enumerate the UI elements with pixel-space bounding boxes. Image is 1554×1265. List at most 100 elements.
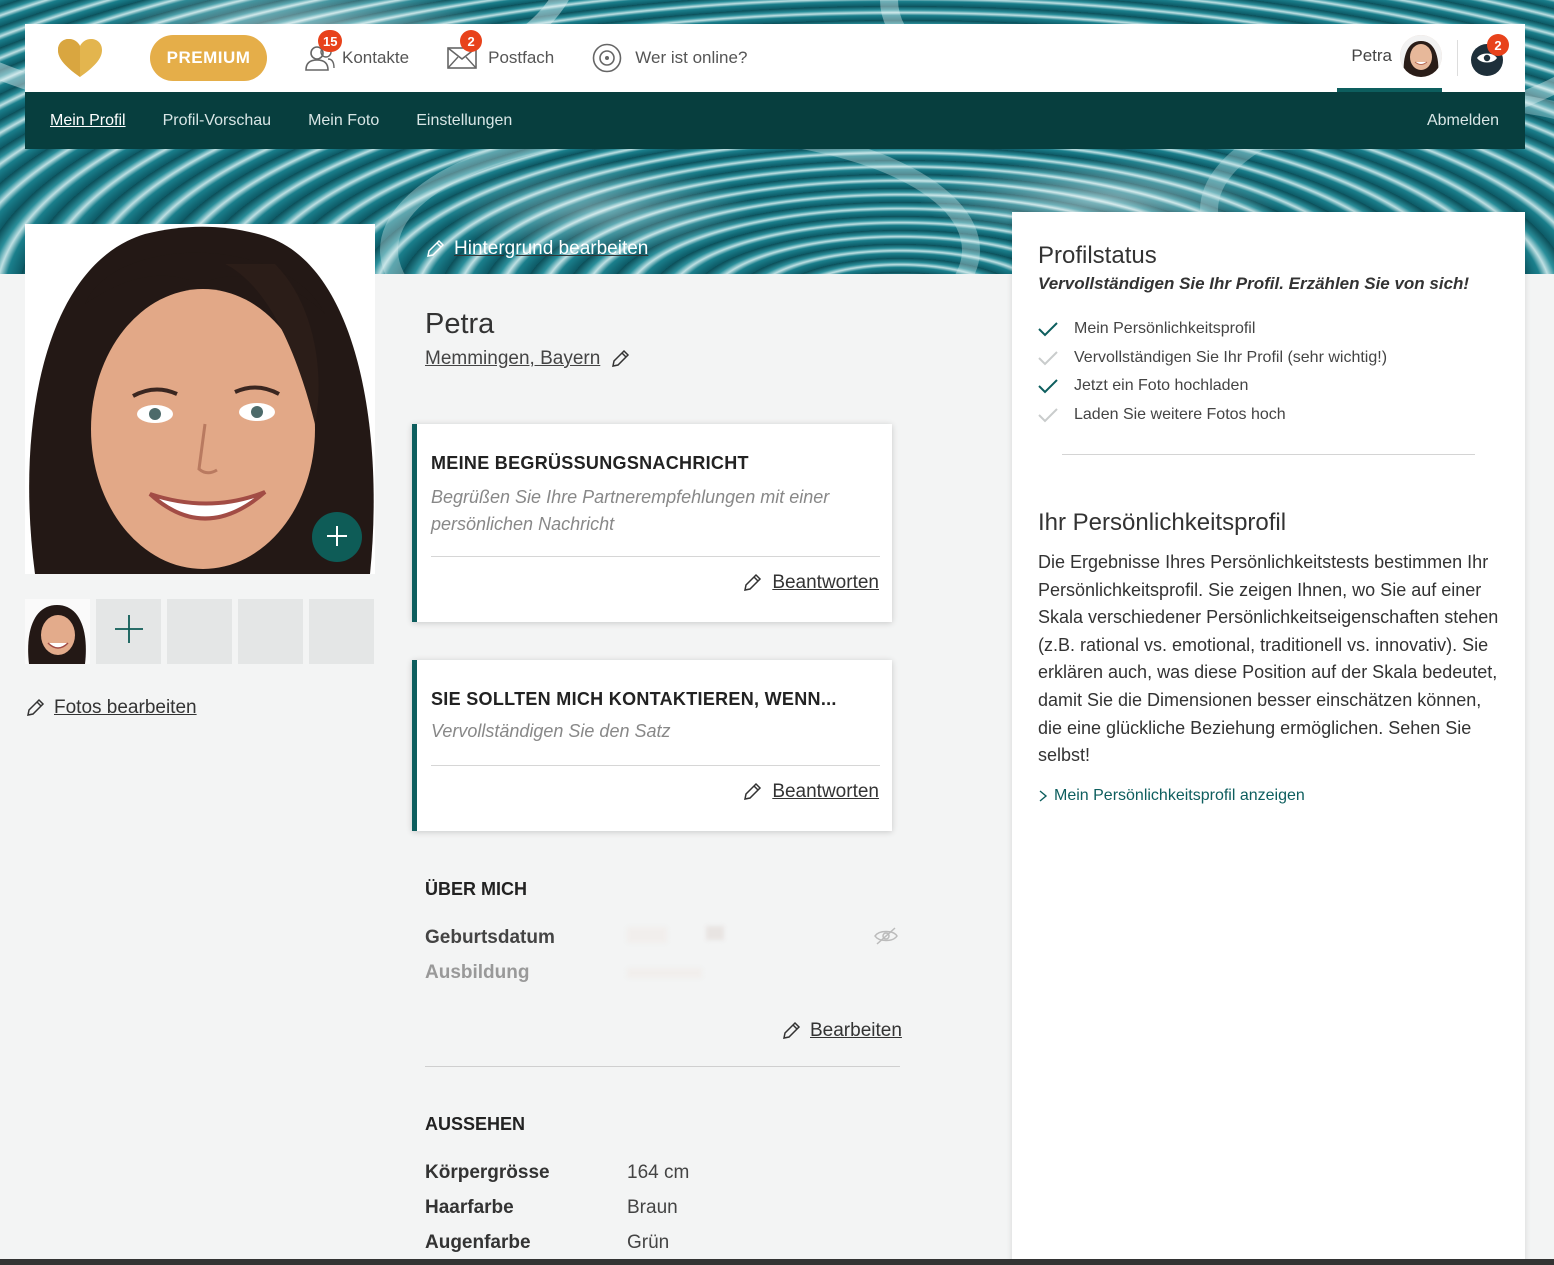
empty-thumbnail-slot [167, 599, 232, 664]
contacts-badge: 15 [318, 30, 343, 52]
edit-about-link[interactable]: Bearbeiten [781, 1020, 902, 1042]
profile-status-title: Profilstatus [1038, 242, 1157, 269]
inbox-badge: 2 [460, 30, 483, 52]
photo-thumbnails [25, 599, 374, 664]
subnav-my-photo[interactable]: Mein Foto [308, 112, 379, 130]
edit-background-label: Hintergrund bearbeiten [454, 238, 649, 259]
contact-me-if-card: SIE SOLLTEN MICH KONTAKTIEREN, WENN... V… [412, 660, 892, 831]
visitors-button[interactable]: 2 [1471, 34, 1509, 76]
empty-thumbnail-slot [238, 599, 303, 664]
plus-icon [325, 524, 349, 551]
blurred-birthdate [706, 926, 724, 940]
plus-icon [113, 613, 145, 650]
edit-photos-label: Fotos bearbeiten [54, 697, 197, 718]
edit-about-label: Bearbeiten [810, 1020, 902, 1041]
birthdate-label: Geburtsdatum [425, 927, 555, 948]
answer-label: Beantworten [772, 781, 879, 802]
section-divider [425, 1066, 900, 1067]
about-me-title: ÜBER MICH [425, 879, 527, 899]
visitors-badge: 2 [1487, 34, 1509, 56]
pencil-icon [427, 239, 445, 257]
card-hint: Begrüßen Sie Ihre Partnerempfehlungen mi… [431, 487, 830, 534]
profile-name: Petra [425, 308, 495, 340]
checklist-item[interactable]: Laden Sie weitere Fotos hoch [1038, 401, 1387, 430]
card-hint: Vervollständigen Sie den Satz [431, 721, 671, 741]
status-checklist: Mein Persönlichkeitsprofil Vervollständi… [1038, 315, 1387, 429]
pencil-icon [612, 349, 630, 367]
show-personality-link[interactable]: Mein Persönlichkeitsprofil anzeigen [1038, 787, 1305, 805]
answer-label: Beantworten [772, 572, 879, 593]
profile-status-subtitle: Vervollständigen Sie Ihr Profil. Erzähle… [1038, 274, 1470, 293]
nav-who-is-online[interactable]: Wer ist online? [591, 42, 747, 74]
subnav-profile-preview[interactable]: Profil-Vorschau [163, 112, 272, 130]
looks-title: AUSSEHEN [425, 1114, 526, 1134]
fade-overlay [420, 985, 910, 1005]
eye-color-label: Augenfarbe [425, 1232, 531, 1253]
pencil-icon [27, 698, 45, 716]
user-avatar [1400, 35, 1442, 77]
checklist-item[interactable]: Mein Persönlichkeitsprofil [1038, 315, 1387, 344]
checklist-label: Jetzt ein Foto hochladen [1074, 377, 1249, 395]
blurred-birthdate [627, 927, 667, 943]
online-radar-icon [591, 42, 623, 74]
checklist-label: Laden Sie weitere Fotos hoch [1074, 405, 1286, 423]
eye-color-value: Grün [627, 1232, 670, 1253]
heart-logo-icon[interactable] [55, 33, 105, 83]
checklist-item[interactable]: Vervollständigen Sie Ihr Profil (sehr wi… [1038, 344, 1387, 373]
profile-subnav: Mein Profil Profil-Vorschau Mein Foto Ei… [25, 92, 1525, 149]
personality-title: Ihr Persönlichkeitsprofil [1038, 509, 1287, 536]
contacts-icon: 15 [304, 30, 343, 74]
profile-status-panel: Profilstatus Vervollständigen Sie Ihr Pr… [1012, 212, 1525, 1265]
personality-text: Die Ergebnisse Ihres Persönlichkeitstest… [1038, 552, 1499, 766]
blurred-education [627, 968, 702, 978]
location-link[interactable]: Memmingen, Bayern [425, 348, 630, 370]
add-photo-button[interactable] [312, 512, 362, 562]
check-icon [1038, 408, 1058, 423]
check-icon [1038, 351, 1058, 366]
hair-color-value: Braun [627, 1197, 678, 1218]
panel-divider [1062, 454, 1475, 455]
height-label: Körpergrösse [425, 1162, 550, 1183]
hidden-eye-icon[interactable] [874, 927, 898, 950]
nav-contacts[interactable]: 15 Kontakte [304, 30, 410, 74]
card-divider [431, 556, 880, 557]
topbar-divider [1457, 40, 1458, 76]
chevron-right-icon [1039, 790, 1048, 802]
envelope-icon: 2 [446, 30, 483, 74]
card-divider [431, 765, 880, 766]
card-title: SIE SOLLTEN MICH KONTAKTIEREN, WENN... [431, 689, 837, 709]
logout-link[interactable]: Abmelden [1427, 112, 1499, 130]
online-label: Wer ist online? [635, 48, 748, 67]
check-icon [1038, 322, 1058, 337]
checklist-item[interactable]: Jetzt ein Foto hochladen [1038, 372, 1387, 401]
checklist-label: Mein Persönlichkeitsprofil [1074, 320, 1256, 338]
subnav-settings[interactable]: Einstellungen [416, 112, 512, 130]
photo-thumbnail[interactable] [25, 599, 90, 664]
add-thumbnail-button[interactable] [96, 599, 161, 664]
card-title: MEINE BEGRÜSSUNGSNACHRICHT [431, 453, 749, 473]
pencil-icon [783, 1021, 801, 1039]
user-name: Petra [1351, 46, 1392, 65]
nav-inbox[interactable]: 2 Postfach [446, 30, 555, 74]
contacts-label: Kontakte [342, 48, 410, 67]
show-personality-label: Mein Persönlichkeitsprofil anzeigen [1054, 787, 1305, 804]
hair-color-label: Haarfarbe [425, 1197, 514, 1218]
edit-background-link[interactable]: Hintergrund bearbeiten [425, 238, 648, 260]
pencil-icon [744, 782, 762, 800]
inbox-label: Postfach [488, 48, 555, 67]
empty-thumbnail-slot [309, 599, 374, 664]
premium-button[interactable]: PREMIUM [150, 35, 267, 81]
answer-contact-button[interactable]: Beantworten [742, 781, 879, 803]
top-navigation-bar: PREMIUM 15 Kontakte 2 Postfach Wer ist o… [25, 24, 1525, 92]
pencil-icon [744, 573, 762, 591]
window-bottom-edge [0, 1259, 1554, 1265]
checklist-label: Vervollständigen Sie Ihr Profil (sehr wi… [1074, 348, 1388, 366]
greeting-message-card: MEINE BEGRÜSSUNGSNACHRICHT Begrüßen Sie … [412, 424, 892, 622]
answer-greeting-button[interactable]: Beantworten [742, 572, 879, 594]
edit-photos-link[interactable]: Fotos bearbeiten [25, 697, 197, 719]
subnav-my-profile[interactable]: Mein Profil [50, 112, 126, 130]
education-label: Ausbildung [425, 962, 530, 983]
user-menu[interactable]: Petra [1337, 24, 1442, 92]
check-icon [1038, 379, 1058, 394]
location-label: Memmingen, Bayern [425, 348, 601, 369]
